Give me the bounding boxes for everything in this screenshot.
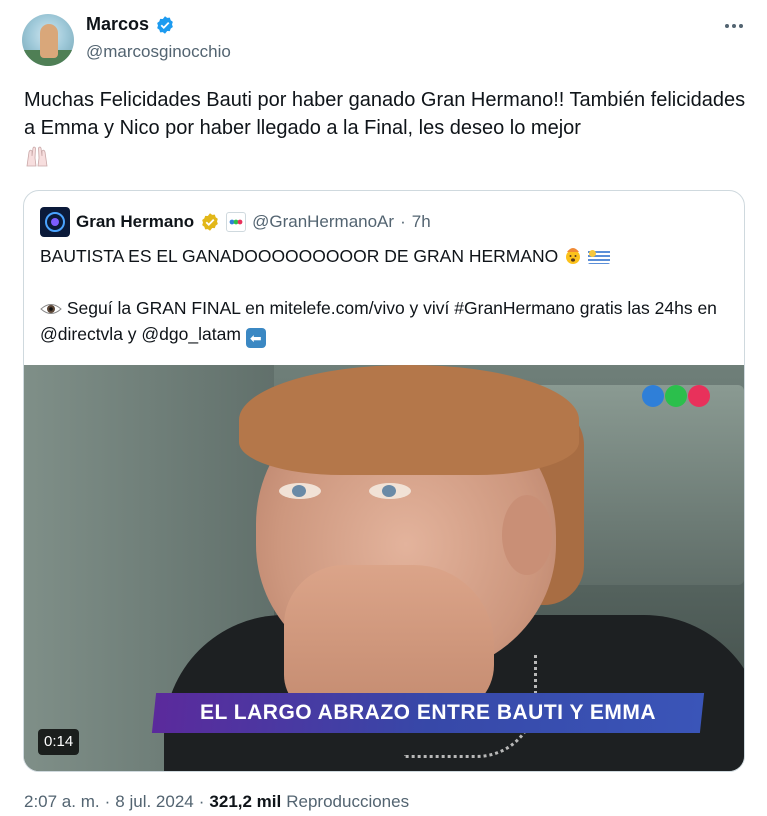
meta-separator: · xyxy=(104,792,111,811)
tweet-text: Muchas Felicidades Bauti por haber ganad… xyxy=(24,86,754,178)
exploding-head-icon xyxy=(566,248,581,264)
video-player[interactable]: EL LARGO ABRAZO ENTRE BAUTI Y EMMA 0:14 xyxy=(24,365,744,771)
quoted-line-1-text: BAUTISTA ES EL GANADOOOOOOOOOR DE GRAN H… xyxy=(40,246,559,266)
views-label: Reproducciones xyxy=(286,792,410,811)
eye-icon xyxy=(40,304,62,314)
quoted-name[interactable]: Gran Hermano xyxy=(76,212,194,232)
quoted-time[interactable]: 7h xyxy=(412,212,431,232)
video-caption: EL LARGO ABRAZO ENTRE BAUTI Y EMMA xyxy=(199,701,657,724)
video-person-ear xyxy=(502,495,552,575)
quoted-line-2: Seguí la GRAN FINAL en mitelefe.com/vivo… xyxy=(40,295,730,348)
tweet-meta: 2:07 a. m. · 8 jul. 2024 · 321,2 mil Rep… xyxy=(24,792,409,812)
quoted-separator: · xyxy=(400,212,406,231)
video-person-eye-left xyxy=(279,483,321,499)
video-person-hair xyxy=(239,365,579,475)
telefe-logo-icon xyxy=(642,385,710,407)
video-duration: 0:14 xyxy=(38,729,80,755)
quoted-header: Gran Hermano @GranHermanoAr · 7h xyxy=(40,207,431,237)
gran-hermano-eye-logo xyxy=(45,212,65,232)
tweet-time[interactable]: 2:07 a. m. xyxy=(24,792,100,812)
quoted-text: BAUTISTA ES EL GANADOOOOOOOOOR DE GRAN H… xyxy=(40,243,730,348)
affiliate-badge-icon xyxy=(226,212,247,232)
author-avatar[interactable] xyxy=(22,14,74,66)
author-name-row: Marcos xyxy=(86,14,175,35)
tweet: Marcos @marcosginocchio Muchas Felicidad… xyxy=(0,0,767,816)
tweet-body: Muchas Felicidades Bauti por haber ganad… xyxy=(24,89,746,139)
author-handle[interactable]: @marcosginocchio xyxy=(86,42,231,62)
gold-verified-icon xyxy=(202,213,218,231)
raised-hands-icon xyxy=(26,146,48,167)
author-name[interactable]: Marcos xyxy=(86,14,149,35)
more-icon[interactable] xyxy=(720,12,748,40)
meta-separator-2: · xyxy=(198,792,205,811)
quoted-tweet[interactable]: Gran Hermano @GranHermanoAr · 7h BAUTIST… xyxy=(23,190,745,772)
views-count: 321,2 mil xyxy=(209,792,282,811)
quoted-line-2-text: Seguí la GRAN FINAL en mitelefe.com/vivo… xyxy=(40,298,717,344)
quoted-spacer xyxy=(40,269,730,295)
quoted-handle[interactable]: @GranHermanoAr xyxy=(252,212,394,232)
uruguay-flag-icon xyxy=(588,249,611,264)
video-person-eye-right xyxy=(369,483,411,499)
quoted-line-1: BAUTISTA ES EL GANADOOOOOOOOOR DE GRAN H… xyxy=(40,243,730,269)
quoted-avatar[interactable] xyxy=(40,207,70,237)
tweet-date[interactable]: 8 jul. 2024 xyxy=(115,792,193,812)
avatar-figure xyxy=(40,24,58,58)
back-arrow-icon: ⬅ xyxy=(245,328,266,348)
verified-icon xyxy=(157,15,173,34)
video-caption-banner: EL LARGO ABRAZO ENTRE BAUTI Y EMMA xyxy=(151,693,705,733)
